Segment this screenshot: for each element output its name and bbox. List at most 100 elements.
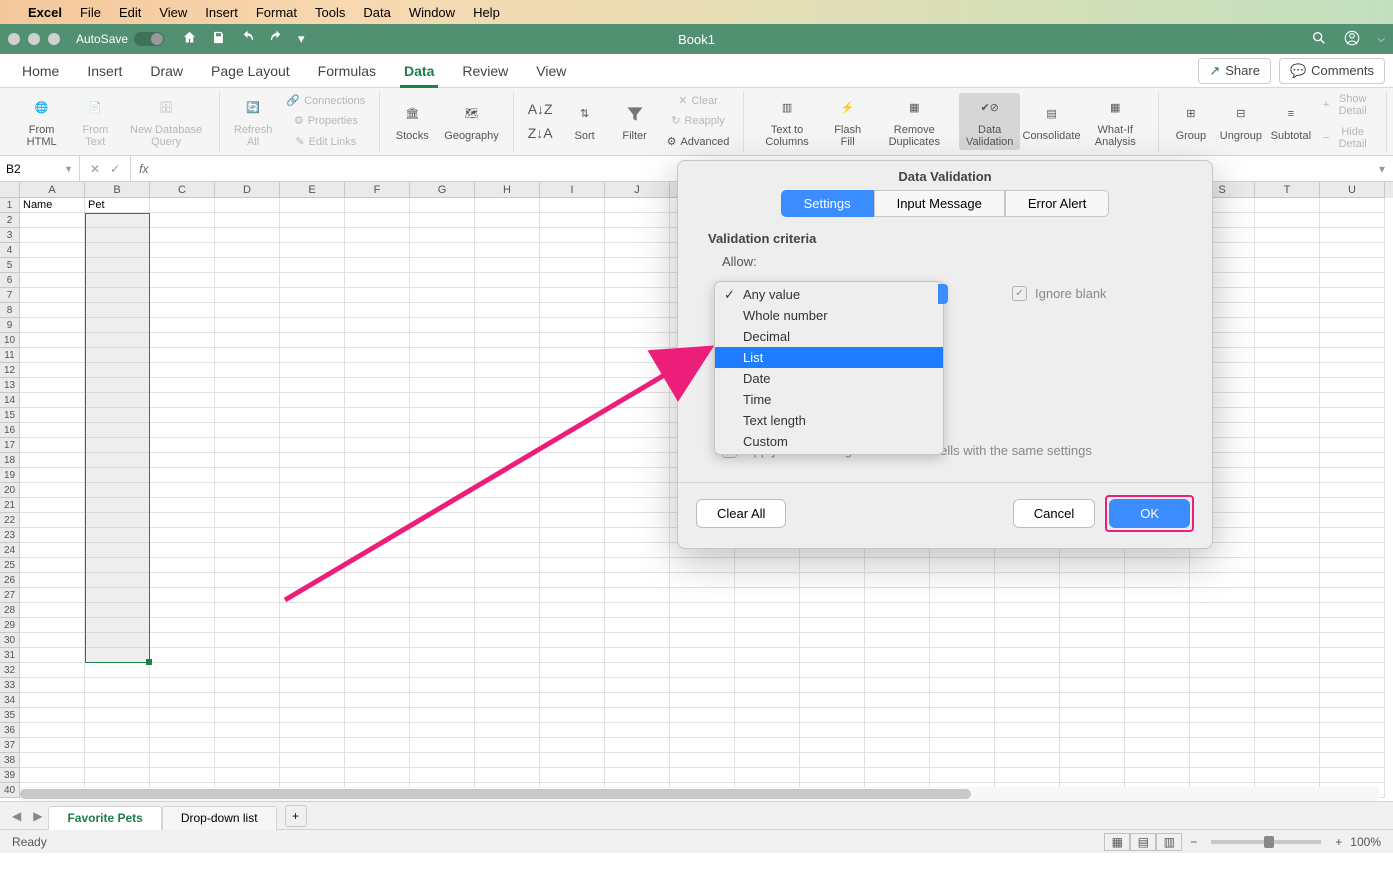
cell-G3[interactable] <box>410 228 475 243</box>
cell-T24[interactable] <box>1255 543 1320 558</box>
cell-U12[interactable] <box>1320 363 1385 378</box>
cell-B30[interactable] <box>85 633 150 648</box>
horizontal-scrollbar[interactable] <box>20 787 1379 801</box>
cell-H11[interactable] <box>475 348 540 363</box>
cell-J15[interactable] <box>605 408 670 423</box>
cell-J38[interactable] <box>605 753 670 768</box>
cell-B38[interactable] <box>85 753 150 768</box>
cell-F21[interactable] <box>345 498 410 513</box>
cell-F33[interactable] <box>345 678 410 693</box>
cell-A3[interactable] <box>20 228 85 243</box>
cell-N25[interactable] <box>865 558 930 573</box>
cell-K29[interactable] <box>670 618 735 633</box>
cell-L27[interactable] <box>735 588 800 603</box>
cell-U38[interactable] <box>1320 753 1385 768</box>
cell-K35[interactable] <box>670 708 735 723</box>
cell-B20[interactable] <box>85 483 150 498</box>
cell-E14[interactable] <box>280 393 345 408</box>
cell-O38[interactable] <box>930 753 995 768</box>
menu-data[interactable]: Data <box>363 5 390 20</box>
cell-N29[interactable] <box>865 618 930 633</box>
cell-G23[interactable] <box>410 528 475 543</box>
cell-H6[interactable] <box>475 273 540 288</box>
ungroup-button[interactable]: ⊟Ungroup <box>1219 99 1263 144</box>
cell-J17[interactable] <box>605 438 670 453</box>
connections-button[interactable]: 🔗Connections <box>282 93 369 109</box>
cell-H9[interactable] <box>475 318 540 333</box>
cell-F27[interactable] <box>345 588 410 603</box>
cell-P33[interactable] <box>995 678 1060 693</box>
cell-S39[interactable] <box>1190 768 1255 783</box>
cell-A9[interactable] <box>20 318 85 333</box>
cell-T26[interactable] <box>1255 573 1320 588</box>
cell-J1[interactable] <box>605 198 670 213</box>
cell-F3[interactable] <box>345 228 410 243</box>
cell-I28[interactable] <box>540 603 605 618</box>
cell-J24[interactable] <box>605 543 670 558</box>
fx-icon[interactable]: fx <box>131 162 156 176</box>
cell-F30[interactable] <box>345 633 410 648</box>
tab-page-layout[interactable]: Page Layout <box>197 54 304 88</box>
cell-B13[interactable] <box>85 378 150 393</box>
cell-R38[interactable] <box>1125 753 1190 768</box>
cell-B37[interactable] <box>85 738 150 753</box>
cell-H17[interactable] <box>475 438 540 453</box>
cell-H23[interactable] <box>475 528 540 543</box>
cell-P34[interactable] <box>995 693 1060 708</box>
cell-B10[interactable] <box>85 333 150 348</box>
cell-G38[interactable] <box>410 753 475 768</box>
cell-A39[interactable] <box>20 768 85 783</box>
row-header-16[interactable]: 16 <box>0 423 20 438</box>
cell-A19[interactable] <box>20 468 85 483</box>
cell-C32[interactable] <box>150 663 215 678</box>
cell-T39[interactable] <box>1255 768 1320 783</box>
data-validation-button[interactable]: ✔⊘Data Validation <box>959 93 1021 150</box>
cell-E12[interactable] <box>280 363 345 378</box>
cell-Q25[interactable] <box>1060 558 1125 573</box>
cell-H34[interactable] <box>475 693 540 708</box>
cell-U13[interactable] <box>1320 378 1385 393</box>
cell-D29[interactable] <box>215 618 280 633</box>
cell-A16[interactable] <box>20 423 85 438</box>
cell-C14[interactable] <box>150 393 215 408</box>
cell-S38[interactable] <box>1190 753 1255 768</box>
cell-G34[interactable] <box>410 693 475 708</box>
cell-M30[interactable] <box>800 633 865 648</box>
cell-A7[interactable] <box>20 288 85 303</box>
cell-A14[interactable] <box>20 393 85 408</box>
cell-B23[interactable] <box>85 528 150 543</box>
cell-I6[interactable] <box>540 273 605 288</box>
cell-H10[interactable] <box>475 333 540 348</box>
cell-P37[interactable] <box>995 738 1060 753</box>
cell-B4[interactable] <box>85 243 150 258</box>
cell-R37[interactable] <box>1125 738 1190 753</box>
cell-F18[interactable] <box>345 453 410 468</box>
enter-formula-icon[interactable]: ✓ <box>110 162 120 176</box>
comments-button[interactable]: 💬Comments <box>1279 58 1385 84</box>
edit-links-button[interactable]: ✎Edit Links <box>282 134 369 150</box>
cell-T29[interactable] <box>1255 618 1320 633</box>
add-sheet-button[interactable]: + <box>285 805 307 827</box>
cell-A8[interactable] <box>20 303 85 318</box>
cell-F4[interactable] <box>345 243 410 258</box>
cell-U23[interactable] <box>1320 528 1385 543</box>
cell-U4[interactable] <box>1320 243 1385 258</box>
cell-F19[interactable] <box>345 468 410 483</box>
cell-S28[interactable] <box>1190 603 1255 618</box>
cell-A13[interactable] <box>20 378 85 393</box>
cell-G4[interactable] <box>410 243 475 258</box>
cell-M26[interactable] <box>800 573 865 588</box>
cell-L32[interactable] <box>735 663 800 678</box>
cell-J29[interactable] <box>605 618 670 633</box>
cell-A28[interactable] <box>20 603 85 618</box>
cell-E36[interactable] <box>280 723 345 738</box>
cell-T4[interactable] <box>1255 243 1320 258</box>
save-icon[interactable] <box>211 30 226 48</box>
cell-K26[interactable] <box>670 573 735 588</box>
cell-U3[interactable] <box>1320 228 1385 243</box>
cell-A32[interactable] <box>20 663 85 678</box>
cell-I37[interactable] <box>540 738 605 753</box>
zoom-slider[interactable] <box>1211 840 1321 844</box>
cell-Q27[interactable] <box>1060 588 1125 603</box>
cell-K36[interactable] <box>670 723 735 738</box>
